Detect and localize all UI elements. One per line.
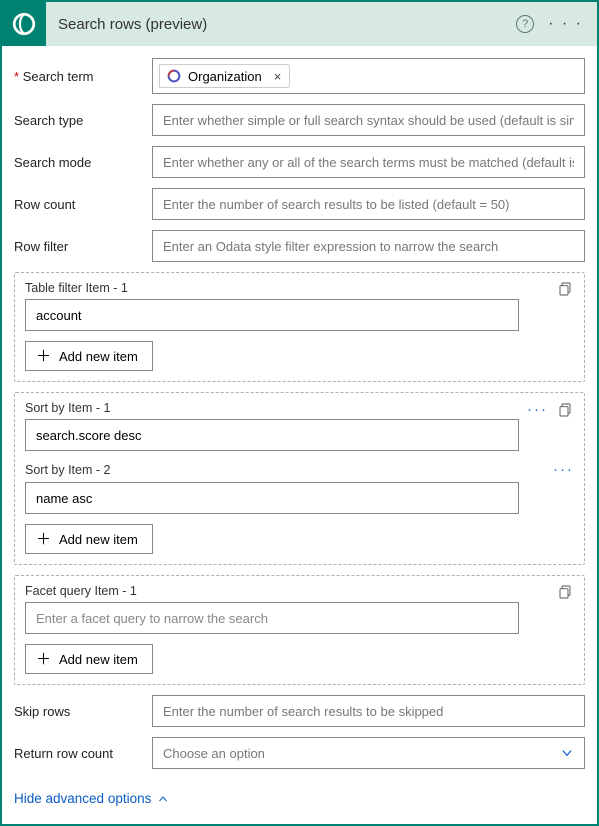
- help-icon[interactable]: ?: [516, 15, 534, 33]
- plus-icon: ＋: [36, 652, 51, 667]
- item-menu-icon[interactable]: ···: [527, 401, 548, 418]
- table-filter-group: Table filter Item - 1 ＋ Add new item: [14, 272, 585, 382]
- hide-advanced-options-link[interactable]: Hide advanced options: [14, 791, 169, 806]
- table-filter-item-input[interactable]: [25, 299, 519, 331]
- token-remove-icon[interactable]: ×: [274, 69, 282, 84]
- reorder-icon[interactable]: [558, 402, 574, 418]
- chevron-down-icon: [560, 746, 574, 760]
- card-title: Search rows (preview): [46, 16, 516, 33]
- field-search-type: Search type: [14, 104, 585, 136]
- field-label: Search type: [14, 113, 152, 128]
- item-label: Facet query Item - 1: [25, 584, 137, 598]
- action-card: Search rows (preview) ? · · · * Search t…: [0, 0, 599, 826]
- field-row-count: Row count: [14, 188, 585, 220]
- add-new-item-button[interactable]: ＋ Add new item: [25, 644, 153, 674]
- reorder-icon[interactable]: [558, 281, 574, 297]
- field-label: Skip rows: [14, 704, 152, 719]
- sort-by-item-input[interactable]: [25, 482, 519, 514]
- field-row-filter: Row filter: [14, 230, 585, 262]
- token-label: Organization: [188, 69, 262, 84]
- row-filter-input[interactable]: [152, 230, 585, 262]
- field-label: Return row count: [14, 746, 152, 761]
- field-label: Row filter: [14, 239, 152, 254]
- item-label: Sort by Item - 1: [25, 401, 110, 415]
- connector-icon: [2, 2, 46, 46]
- item-menu-icon[interactable]: ···: [553, 461, 574, 478]
- sort-by-item-input[interactable]: [25, 419, 519, 451]
- plus-icon: ＋: [36, 532, 51, 547]
- search-term-input[interactable]: Organization ×: [152, 58, 585, 94]
- reorder-icon[interactable]: [558, 584, 574, 600]
- facet-query-item-input[interactable]: [25, 602, 519, 634]
- field-skip-rows: Skip rows: [14, 695, 585, 727]
- card-header: Search rows (preview) ? · · ·: [2, 2, 597, 46]
- add-new-item-button[interactable]: ＋ Add new item: [25, 341, 153, 371]
- field-label: * Search term: [14, 69, 152, 84]
- row-count-input[interactable]: [152, 188, 585, 220]
- office-icon: [166, 68, 182, 84]
- card-body: * Search term Organization × Search type…: [2, 46, 597, 824]
- skip-rows-input[interactable]: [152, 695, 585, 727]
- search-mode-input[interactable]: [152, 146, 585, 178]
- field-search-term: * Search term Organization ×: [14, 58, 585, 94]
- search-type-input[interactable]: [152, 104, 585, 136]
- field-search-mode: Search mode: [14, 146, 585, 178]
- item-label: Sort by Item - 2: [25, 463, 110, 477]
- item-label: Table filter Item - 1: [25, 281, 128, 295]
- field-label: Row count: [14, 197, 152, 212]
- facet-query-group: Facet query Item - 1 ＋ Add new item: [14, 575, 585, 685]
- field-label: Search mode: [14, 155, 152, 170]
- plus-icon: ＋: [36, 349, 51, 364]
- field-return-row-count: Return row count Choose an option: [14, 737, 585, 769]
- card-menu-icon[interactable]: · · ·: [548, 15, 587, 33]
- sort-by-group: ··· Sort by Item - 1 Sort by Item - 2 ··…: [14, 392, 585, 565]
- add-new-item-button[interactable]: ＋ Add new item: [25, 524, 153, 554]
- chevron-up-icon: [157, 793, 169, 805]
- dynamic-token[interactable]: Organization ×: [159, 64, 290, 88]
- return-row-count-select[interactable]: Choose an option: [152, 737, 585, 769]
